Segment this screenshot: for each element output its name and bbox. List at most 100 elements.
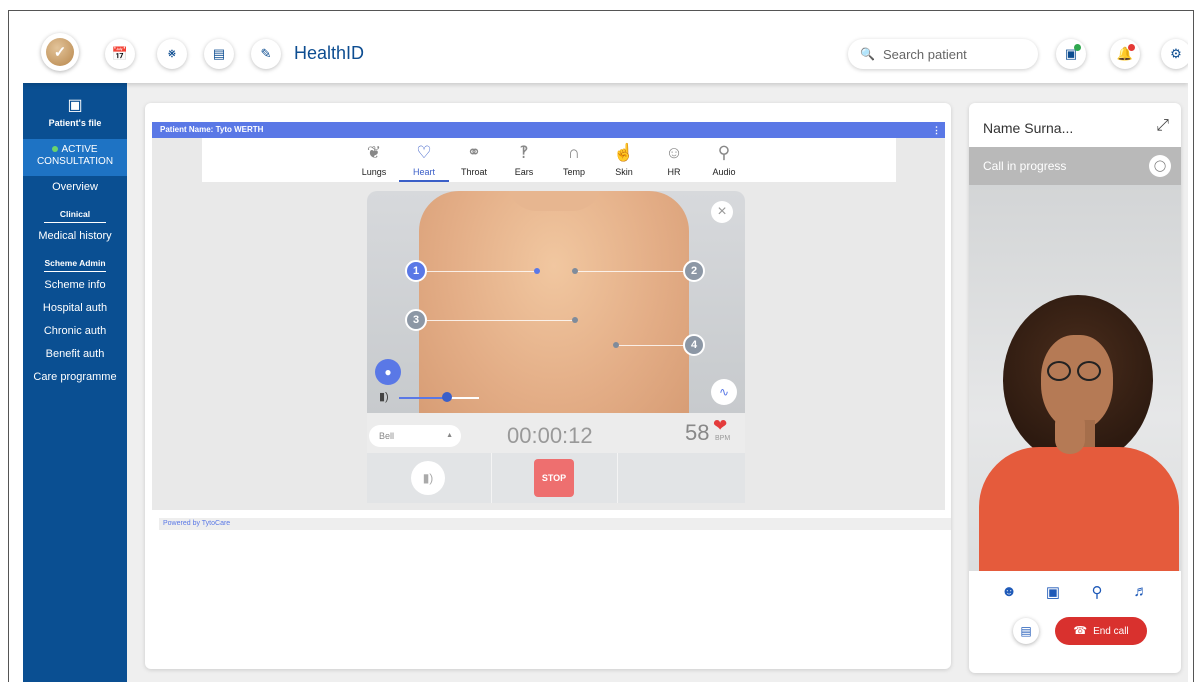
auscultation-point-1[interactable]: 1 (405, 260, 427, 282)
end-call-button[interactable]: ☎ End call (1055, 617, 1147, 645)
active-status-dot (52, 146, 59, 152)
sidebar-section-scheme-admin: Scheme Admin (44, 258, 106, 272)
logo-icon: ✓ (46, 38, 74, 66)
glasses-right (1077, 361, 1101, 381)
tab-skin[interactable]: ☝ Skin (599, 138, 649, 182)
document-button[interactable]: ▤ (1013, 618, 1039, 644)
tab-label: Ears (514, 167, 534, 177)
speaker-icon[interactable]: ♬ (1131, 583, 1151, 613)
sidebar-item-scheme-info[interactable]: Scheme info (23, 274, 127, 297)
app-logo[interactable]: ✓ (41, 33, 79, 71)
tab-audio[interactable]: ⚲ Audio (699, 138, 749, 182)
auscultation-point-3[interactable]: 3 (405, 309, 427, 331)
divider (491, 453, 492, 503)
tab-label: Lungs (361, 167, 387, 177)
volume-icon: ▮) (379, 391, 389, 403)
close-button[interactable]: × (711, 201, 733, 223)
close-icon: × (717, 203, 727, 220)
bpm-value: 58 (685, 420, 710, 445)
top-bar: ✓ 📅 ※ ▤ ✎ HealthID 🔍 ▣ 🔔 ⚙ (23, 25, 1188, 83)
call-status: Call in progress (983, 159, 1067, 173)
calendar-icon: 📅 (111, 46, 129, 61)
more-icon[interactable]: ⋮ (932, 122, 941, 138)
heart-icon: ♡ (416, 143, 432, 162)
people-button[interactable]: ※ (157, 39, 187, 69)
point-target (572, 317, 578, 323)
clipboard-button[interactable]: ✎ (251, 39, 281, 69)
sidebar-item-hospital-auth[interactable]: Hospital auth (23, 297, 127, 320)
volume-fill (399, 397, 447, 399)
auscultation-point-4[interactable]: 4 (683, 334, 705, 356)
speaker-button[interactable]: ▮) (411, 461, 445, 495)
tab-label: HR (667, 167, 681, 177)
tab-ears[interactable]: ‽ Ears (499, 138, 549, 182)
volume-knob[interactable] (442, 392, 452, 402)
skin-icon: ☝ (613, 143, 635, 162)
tab-temp[interactable]: ∩ Temp (549, 138, 599, 182)
bpm-unit: BPM (715, 435, 731, 442)
participant-icon[interactable]: ☻ (999, 583, 1019, 613)
video-feed (969, 185, 1181, 571)
recording-controls: Bell ▲ 00:00:12 58 ❤ BPM ▮) STOP (367, 413, 745, 503)
sidebar-head-label: Patient's file (48, 118, 102, 128)
screen-share-button[interactable]: ▣ (1056, 39, 1086, 69)
patients-file[interactable]: ▣ Patient's file (23, 83, 127, 139)
thermometer-icon: ∩ (567, 143, 581, 162)
divider (617, 453, 618, 503)
person-shirt (979, 447, 1179, 571)
settings-button[interactable]: ⚙ (1161, 39, 1188, 69)
person-hand (1055, 410, 1085, 454)
tab-label: Temp (562, 167, 585, 177)
notification-button[interactable]: 🔔 (1110, 39, 1140, 69)
expand-icon[interactable]: ⤢ (1156, 117, 1169, 135)
auscultation-point-2[interactable]: 2 (683, 260, 705, 282)
app: ✓ 📅 ※ ▤ ✎ HealthID 🔍 ▣ 🔔 ⚙ ▣ Patient's f… (23, 25, 1188, 682)
ear-icon: ‽ (519, 143, 529, 162)
card-icon: ▤ (212, 46, 226, 61)
waveform-button[interactable]: ∿ (711, 379, 737, 405)
sidebar-item-benefit-auth[interactable]: Benefit auth (23, 343, 127, 366)
camera-icon[interactable]: ▣ (1043, 583, 1063, 613)
point-line (427, 320, 575, 321)
remote-icon[interactable]: ◯ (1149, 155, 1171, 177)
sidebar-item-chronic-auth[interactable]: Chronic auth (23, 320, 127, 343)
point-line (617, 345, 687, 346)
lungs-icon: ❦ (366, 143, 382, 162)
powered-by: Powered by TytoCare (159, 518, 951, 530)
stop-button[interactable]: STOP (534, 459, 574, 497)
patient-name-bar: Patient Name: Tyto WERTH ⋮ (152, 122, 945, 138)
card-button[interactable]: ▤ (204, 39, 234, 69)
point-line (575, 271, 687, 272)
sidebar-item-active-consultation[interactable]: ACTIVE CONSULTATION (23, 139, 127, 176)
active-consultation-label: ACTIVE CONSULTATION (36, 144, 114, 167)
point-target (613, 342, 619, 348)
chevron-up-icon: ▲ (446, 432, 453, 439)
exam-tabs: ❦ Lungs ♡ Heart ⚭ Throat ‽ Ears ∩ Temp ☝ Skin … (202, 138, 896, 182)
microphone-icon[interactable]: ⚲ (1087, 583, 1107, 613)
search-input[interactable] (882, 46, 1023, 62)
patient-file-icon: ▣ (67, 97, 83, 114)
patient-name: Patient Name: Tyto WERTH (160, 125, 264, 134)
search-icon: 🔍 (860, 47, 875, 61)
exam-card: Patient Name: Tyto WERTH ⋮ ❦ Lungs ♡ Heart… (145, 103, 951, 669)
filter-select[interactable]: Bell ▲ (369, 425, 461, 447)
throat-icon: ⚭ (466, 143, 482, 162)
sidebar-item-care-programme[interactable]: Care programme (23, 366, 127, 389)
body-map: × 1 2 3 4 ● ▮) ∿ (367, 191, 745, 413)
tab-lungs[interactable]: ❦ Lungs (349, 138, 399, 182)
point-target (534, 268, 540, 274)
search-box[interactable]: 🔍 (848, 39, 1038, 69)
sidebar: ▣ Patient's file ACTIVE CONSULTATION Ove… (23, 83, 127, 682)
tab-throat[interactable]: ⚭ Throat (449, 138, 499, 182)
document-icon: ▤ (1020, 624, 1032, 638)
sidebar-item-medical-history[interactable]: Medical history (23, 225, 127, 248)
sidebar-item-overview[interactable]: Overview (23, 176, 127, 199)
listen-mode-button[interactable]: ● (375, 359, 401, 385)
tab-hr[interactable]: ☺ HR (649, 138, 699, 182)
tab-heart[interactable]: ♡ Heart (399, 138, 449, 182)
caller-name: Name Surna... (983, 120, 1074, 136)
tab-label: Skin (615, 167, 633, 177)
calendar-button[interactable]: 📅 (105, 39, 135, 69)
tab-label: Heart (412, 167, 435, 177)
call-controls: ☻ ▣ ⚲ ♬ (969, 583, 1181, 613)
